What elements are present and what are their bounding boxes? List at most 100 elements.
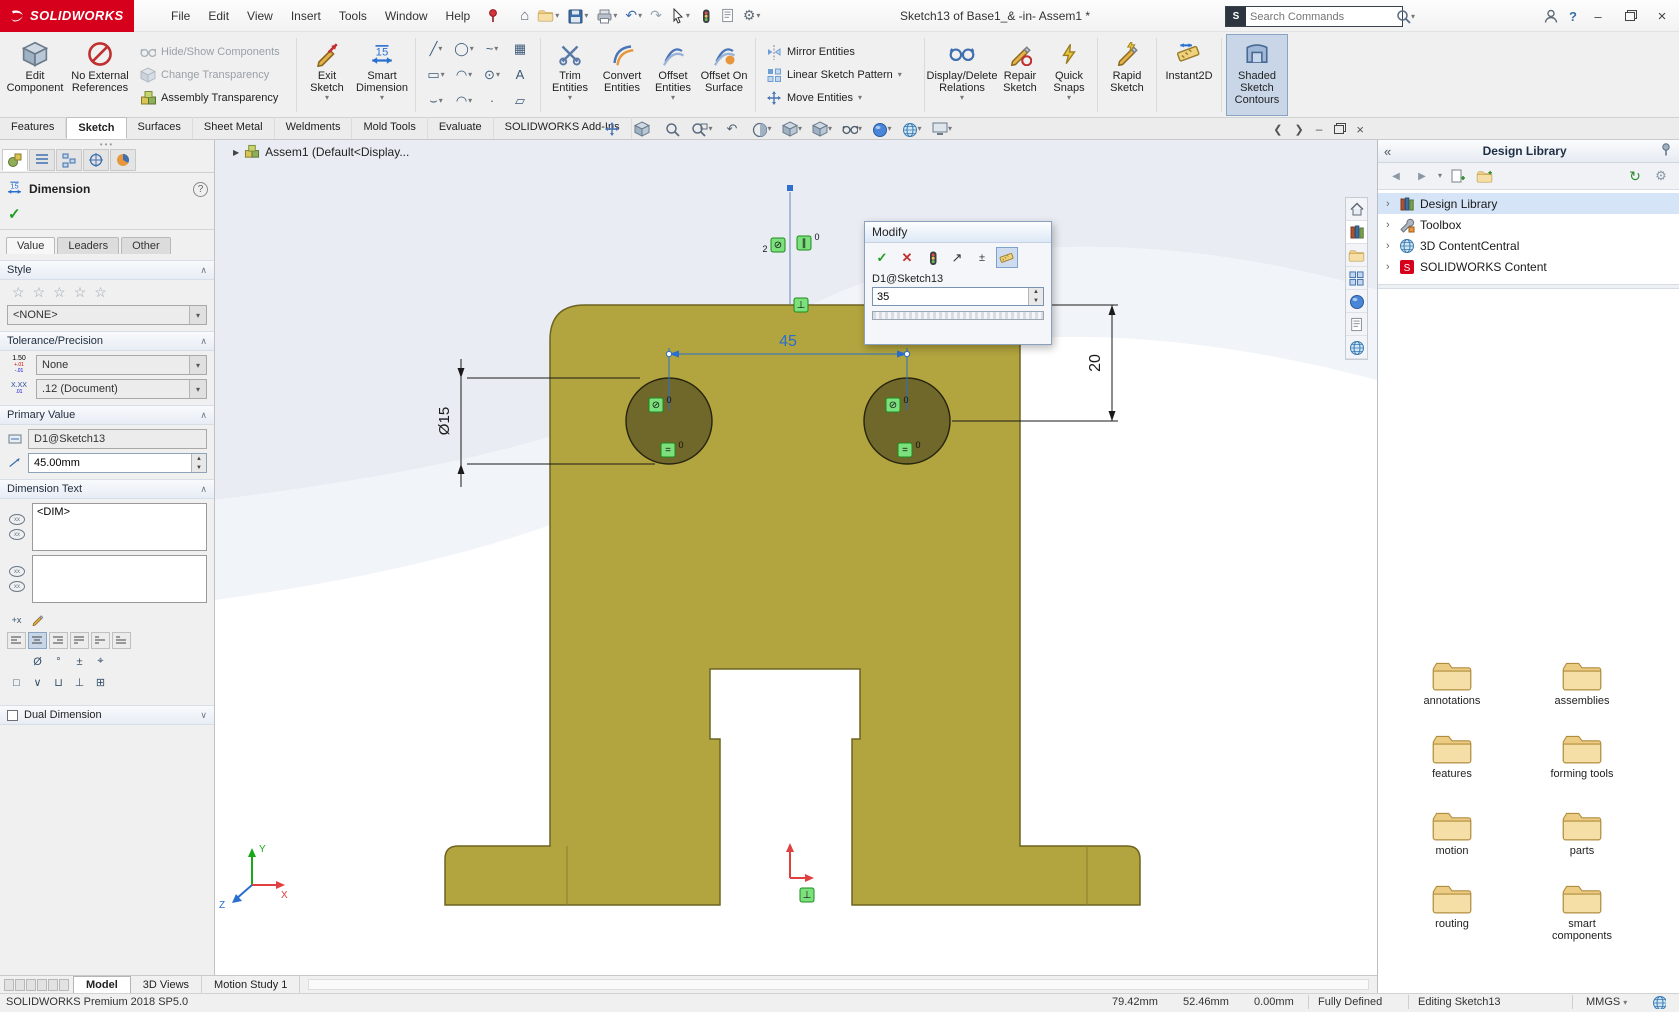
part-body[interactable] (445, 305, 1140, 905)
pm-help-icon[interactable]: ? (193, 182, 208, 197)
style-load-favorite-icon[interactable]: ☆ (94, 284, 107, 301)
menu-tools[interactable]: Tools (330, 4, 376, 28)
tree-expand-icon[interactable]: ▶ (233, 148, 239, 157)
point-tool-icon[interactable]: · (478, 88, 506, 114)
graphics-area[interactable]: 45 20 Ø15 ⊘ 2 ∥ 0 (215, 140, 1377, 975)
menu-window[interactable]: Window (376, 4, 437, 28)
tree-item-design-library[interactable]: › Design Library (1378, 193, 1679, 214)
welcome-home-button[interactable]: ⌂ (517, 4, 532, 28)
add-to-library-icon[interactable] (1448, 166, 1468, 186)
linear-sketch-pattern-button[interactable]: Linear Sketch Pattern ▾ (760, 64, 920, 85)
dimension-text-area[interactable]: <DIM> (32, 503, 207, 551)
units-selector[interactable]: MMGS ▾ (1586, 996, 1627, 1008)
refresh-icon[interactable]: ↻ (1625, 166, 1645, 186)
feature-tree-flyout[interactable]: ▶ Assem1 (Default<Display... (233, 144, 409, 160)
dimension-text-section-header[interactable]: Dimension Text∧ (0, 479, 214, 499)
apply-scene-icon[interactable]: ▾ (900, 119, 924, 139)
custom-properties-icon[interactable] (1346, 313, 1367, 336)
pm-tab-value[interactable]: Value (6, 237, 55, 254)
menu-insert[interactable]: Insert (282, 4, 330, 28)
tab-model[interactable]: Model (73, 976, 131, 993)
align-bottom-button[interactable] (112, 632, 131, 649)
featuremanager-tab[interactable] (29, 149, 55, 171)
menu-edit[interactable]: Edit (199, 4, 238, 28)
modify-increment-button[interactable]: ± (971, 247, 993, 268)
select-button[interactable]: ▾ (667, 4, 693, 28)
sketch-origin[interactable] (786, 843, 814, 882)
style-dropdown[interactable]: <NONE>▾ (7, 305, 207, 325)
inspection-toggle-icon[interactable]: xx (9, 529, 25, 540)
folder-motion[interactable]: motion (1408, 809, 1496, 857)
mirror-entities-button[interactable]: Mirror Entities (760, 41, 920, 62)
move-entities-button[interactable]: Move Entities ▾ (760, 87, 920, 108)
menu-view[interactable]: View (238, 4, 282, 28)
tab-sheet-metal[interactable]: Sheet Metal (193, 117, 275, 139)
shaded-sketch-contours-button[interactable]: Shaded Sketch Contours (1226, 34, 1288, 116)
previous-view-icon[interactable]: ↶ (720, 119, 744, 139)
folder-routing[interactable]: routing (1408, 882, 1496, 930)
align-middle-button[interactable] (91, 632, 110, 649)
pin-menu-icon[interactable] (483, 6, 503, 26)
text-position-button[interactable] (28, 611, 47, 628)
modify-thumbwheel-button[interactable] (996, 247, 1018, 268)
add-file-location-icon[interactable] (1474, 166, 1494, 186)
primary-name-field[interactable]: D1@Sketch13 (28, 429, 207, 449)
style-save-favorite-icon[interactable]: ☆ (74, 284, 87, 301)
horizontal-scrollbar[interactable] (308, 979, 1369, 990)
print-button[interactable]: ▾ (593, 4, 620, 28)
offset-on-surface-button[interactable]: Offset On Surface (697, 34, 751, 116)
relation-badge-2[interactable]: ⊥ (794, 298, 808, 312)
exit-sketch-button[interactable]: Exit Sketch ▾ (301, 34, 353, 116)
dual-dimension-section-header[interactable]: Dual Dimension ∨ (0, 705, 214, 725)
pane-left-icon[interactable]: ❮ (1273, 123, 1282, 136)
search-scope-icon[interactable]: S (1226, 7, 1246, 26)
style-delete-favorite-icon[interactable]: ☆ (53, 284, 66, 301)
restore-icon[interactable] (1625, 12, 1635, 21)
circle-tool-icon[interactable]: ◯▾ (450, 36, 478, 62)
trim-entities-button[interactable]: Trim Entities ▾ (545, 34, 595, 116)
style-add-favorite-icon[interactable]: ☆ (12, 284, 25, 301)
pan-icon[interactable] (600, 119, 624, 139)
edit-appearance-icon[interactable]: ▾ (870, 119, 894, 139)
folder-parts[interactable]: parts (1538, 809, 1626, 857)
tab-mold-tools[interactable]: Mold Tools (352, 117, 427, 139)
solidworks-resources-icon[interactable] (1346, 198, 1367, 221)
history-caret-icon[interactable]: ▾ (1438, 172, 1442, 180)
justify-center-button[interactable] (28, 632, 47, 649)
below-text-inspection-icon[interactable]: xx (9, 581, 25, 592)
style-update-favorite-icon[interactable]: ☆ (33, 284, 46, 301)
doc-close-icon[interactable]: × (1356, 122, 1364, 137)
hide-show-components-button[interactable]: Hide/Show Components (134, 41, 292, 62)
tab-surfaces[interactable]: Surfaces (127, 117, 193, 139)
below-text-parenthesis-icon[interactable]: xx (9, 566, 25, 577)
rebuild-button[interactable] (695, 4, 716, 28)
modify-cancel-button[interactable]: ✕ (896, 247, 918, 268)
tree-item-toolbox[interactable]: › Toolbox (1378, 214, 1679, 235)
diameter-symbol-btn[interactable]: Ø (28, 653, 47, 670)
tab-sketch[interactable]: Sketch (66, 117, 126, 139)
offset-entities-button[interactable]: Offset Entities ▾ (649, 34, 697, 116)
align-top-button[interactable] (70, 632, 89, 649)
depth-symbol-button[interactable]: ⊥ (70, 674, 89, 691)
justify-left-button[interactable] (7, 632, 26, 649)
value-spin-up-icon[interactable]: ▲ (191, 454, 206, 463)
pm-tab-leaders[interactable]: Leaders (57, 237, 119, 254)
search-commands-box[interactable]: S ▾ (1225, 6, 1403, 27)
view-palette-icon[interactable] (1346, 267, 1367, 290)
parenthesis-toggle-icon[interactable]: xx (9, 514, 25, 525)
slot-tool-icon[interactable]: ⌣▾ (422, 88, 450, 114)
fillet-tool-icon[interactable]: ◠▾ (450, 88, 478, 114)
3dexperience-globe-icon[interactable] (1652, 995, 1666, 1012)
close-button[interactable]: × (1651, 5, 1673, 27)
minimize-button[interactable]: – (1587, 5, 1609, 27)
doc-restore-icon[interactable] (1334, 125, 1344, 134)
help-icon[interactable]: ? (1569, 9, 1577, 24)
primary-value-section-header[interactable]: Primary Value∧ (0, 405, 214, 425)
forward-icon[interactable]: ▶ (1412, 166, 1432, 186)
tab-weldments[interactable]: Weldments (275, 117, 353, 139)
plusminus-symbol-button[interactable]: ± (70, 653, 89, 670)
edit-component-button[interactable]: Edit Component (4, 34, 66, 116)
modify-apply-button[interactable]: ✓ (871, 247, 893, 268)
pane-splitter-boxes[interactable] (0, 976, 73, 993)
diameter-symbol-button[interactable] (7, 653, 26, 670)
